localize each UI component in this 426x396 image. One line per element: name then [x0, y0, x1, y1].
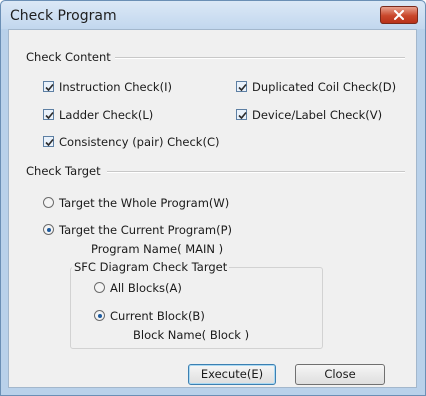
- close-button[interactable]: Close: [295, 364, 385, 385]
- check-content-divider: [115, 57, 405, 59]
- instruction-check-label: Instruction Check(I): [59, 80, 172, 94]
- all-blocks-label: All Blocks(A): [110, 281, 182, 295]
- check-target-heading: Check Target: [26, 164, 101, 178]
- all-blocks-radio[interactable]: [94, 282, 105, 293]
- block-name-text: Block Name( Block ): [133, 328, 250, 342]
- dialog-window: Check Program Check Content Instruction …: [0, 0, 426, 396]
- close-x-icon: [394, 10, 404, 20]
- consistency-check-checkbox[interactable]: [43, 136, 54, 147]
- current-block-radio[interactable]: [94, 310, 105, 321]
- dialog-body: Check Content Instruction Check(I) Dupli…: [8, 29, 417, 388]
- window-close-button[interactable]: [380, 6, 418, 24]
- program-name-text: Program Name( MAIN ): [91, 242, 224, 256]
- instruction-check-checkbox[interactable]: [43, 81, 54, 92]
- checkmark-icon: [238, 111, 247, 120]
- target-current-program-radio[interactable]: [43, 224, 54, 235]
- ladder-check-label: Ladder Check(L): [59, 108, 154, 122]
- check-target-divider: [107, 171, 405, 173]
- current-block-label: Current Block(B): [110, 309, 205, 323]
- duplicated-coil-check-label: Duplicated Coil Check(D): [252, 80, 397, 94]
- target-whole-program-label: Target the Whole Program(W): [59, 196, 230, 210]
- ladder-check-checkbox[interactable]: [43, 109, 54, 120]
- check-content-heading: Check Content: [26, 50, 111, 64]
- device-label-check-label: Device/Label Check(V): [252, 108, 383, 122]
- consistency-check-label: Consistency (pair) Check(C): [59, 135, 220, 149]
- target-whole-program-radio[interactable]: [43, 197, 54, 208]
- checkmark-icon: [45, 111, 54, 120]
- sfc-group-title: SFC Diagram Check Target: [72, 260, 230, 274]
- execute-button[interactable]: Execute(E): [188, 364, 276, 385]
- checkmark-icon: [45, 138, 54, 147]
- checkmark-icon: [238, 83, 247, 92]
- checkmark-icon: [45, 83, 54, 92]
- target-current-program-label: Target the Current Program(P): [59, 223, 233, 237]
- duplicated-coil-check-checkbox[interactable]: [236, 81, 247, 92]
- dialog-title: Check Program: [10, 8, 117, 24]
- device-label-check-checkbox[interactable]: [236, 109, 247, 120]
- title-bar[interactable]: Check Program: [1, 1, 425, 29]
